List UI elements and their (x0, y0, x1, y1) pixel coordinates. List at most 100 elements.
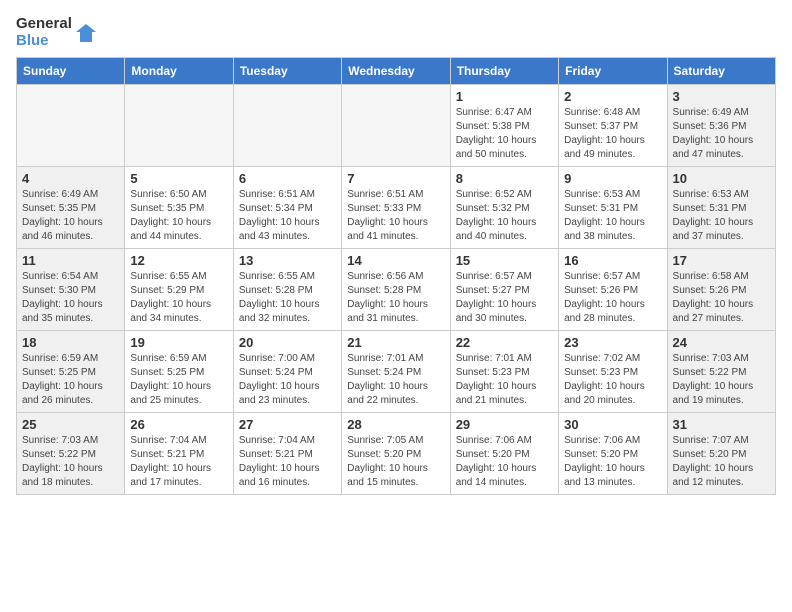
day-info: Sunrise: 6:53 AM Sunset: 5:31 PM Dayligh… (673, 188, 770, 244)
day-info: Sunrise: 7:04 AM Sunset: 5:21 PM Dayligh… (239, 434, 336, 490)
calendar-cell: 12 Sunrise: 6:55 AM Sunset: 5:29 PM Dayli… (125, 249, 233, 331)
day-info: Sunrise: 7:06 AM Sunset: 5:20 PM Dayligh… (564, 434, 661, 490)
header-thursday: Thursday (450, 58, 558, 85)
calendar-cell: 27 Sunrise: 7:04 AM Sunset: 5:21 PM Dayli… (233, 413, 341, 495)
calendar-cell: 24Sunrise: 7:03 AM Sunset: 5:22 PM Dayli… (667, 331, 775, 413)
calendar-cell (17, 85, 125, 167)
calendar-cell: 11 Sunrise: 6:54 AM Sunset: 5:30 PM Dayli… (17, 249, 125, 331)
day-info: Sunrise: 6:55 AM Sunset: 5:28 PM Dayligh… (239, 270, 336, 326)
calendar-cell: 22Sunrise: 7:01 AM Sunset: 5:23 PM Dayli… (450, 331, 558, 413)
day-number: 8 (456, 171, 553, 186)
day-info: Sunrise: 6:57 AM Sunset: 5:26 PM Dayligh… (564, 270, 661, 326)
day-number: 23 (564, 335, 661, 350)
day-info: Sunrise: 6:59 AM Sunset: 5:25 PM Dayligh… (22, 352, 119, 408)
day-number: 27 (239, 417, 336, 432)
day-info: Sunrise: 6:55 AM Sunset: 5:29 PM Dayligh… (130, 270, 227, 326)
calendar-cell: 7Sunrise: 6:51 AM Sunset: 5:33 PM Daylig… (342, 167, 450, 249)
day-info: Sunrise: 6:54 AM Sunset: 5:30 PM Dayligh… (22, 270, 119, 326)
calendar-cell: 1 Sunrise: 6:47 AM Sunset: 5:38 PM Daylig… (450, 85, 558, 167)
day-number: 4 (22, 171, 119, 186)
day-info: Sunrise: 7:02 AM Sunset: 5:23 PM Dayligh… (564, 352, 661, 408)
day-info: Sunrise: 6:59 AM Sunset: 5:25 PM Dayligh… (130, 352, 227, 408)
calendar-cell: 25 Sunrise: 7:03 AM Sunset: 5:22 PM Dayli… (17, 413, 125, 495)
calendar-cell: 10 Sunrise: 6:53 AM Sunset: 5:31 PM Dayli… (667, 167, 775, 249)
day-number: 11 (22, 253, 119, 268)
calendar-cell: 5Sunrise: 6:50 AM Sunset: 5:35 PM Daylig… (125, 167, 233, 249)
calendar-cell (342, 85, 450, 167)
calendar-cell: 9Sunrise: 6:53 AM Sunset: 5:31 PM Daylig… (559, 167, 667, 249)
calendar-cell: 13 Sunrise: 6:55 AM Sunset: 5:28 PM Dayli… (233, 249, 341, 331)
day-number: 12 (130, 253, 227, 268)
calendar-table: SundayMondayTuesdayWednesdayThursdayFrid… (16, 57, 776, 495)
calendar-cell: 18Sunrise: 6:59 AM Sunset: 5:25 PM Dayli… (17, 331, 125, 413)
calendar-cell: 29 Sunrise: 7:06 AM Sunset: 5:20 PM Dayli… (450, 413, 558, 495)
calendar-cell: 8 Sunrise: 6:52 AM Sunset: 5:32 PM Daylig… (450, 167, 558, 249)
calendar-cell: 16 Sunrise: 6:57 AM Sunset: 5:26 PM Dayli… (559, 249, 667, 331)
day-number: 20 (239, 335, 336, 350)
day-info: Sunrise: 6:52 AM Sunset: 5:32 PM Dayligh… (456, 188, 553, 244)
day-number: 14 (347, 253, 444, 268)
week-row-5: 25 Sunrise: 7:03 AM Sunset: 5:22 PM Dayli… (17, 413, 776, 495)
day-number: 28 (347, 417, 444, 432)
calendar-cell: 17 Sunrise: 6:58 AM Sunset: 5:26 PM Dayli… (667, 249, 775, 331)
calendar-cell: 15 Sunrise: 6:57 AM Sunset: 5:27 PM Dayli… (450, 249, 558, 331)
day-number: 7 (347, 171, 444, 186)
header-tuesday: Tuesday (233, 58, 341, 85)
calendar-cell: 6 Sunrise: 6:51 AM Sunset: 5:34 PM Daylig… (233, 167, 341, 249)
week-row-2: 4 Sunrise: 6:49 AM Sunset: 5:35 PM Daylig… (17, 167, 776, 249)
day-number: 21 (347, 335, 444, 350)
day-number: 25 (22, 417, 119, 432)
day-info: Sunrise: 7:05 AM Sunset: 5:20 PM Dayligh… (347, 434, 444, 490)
calendar-cell (233, 85, 341, 167)
day-number: 16 (564, 253, 661, 268)
day-info: Sunrise: 6:49 AM Sunset: 5:36 PM Dayligh… (673, 106, 770, 162)
page-header: General Blue (16, 16, 776, 49)
day-info: Sunrise: 7:06 AM Sunset: 5:20 PM Dayligh… (456, 434, 553, 490)
logo-text: General Blue (16, 16, 72, 49)
day-info: Sunrise: 7:07 AM Sunset: 5:20 PM Dayligh… (673, 434, 770, 490)
logo: General Blue (16, 16, 98, 49)
day-info: Sunrise: 6:57 AM Sunset: 5:27 PM Dayligh… (456, 270, 553, 326)
week-row-1: 1 Sunrise: 6:47 AM Sunset: 5:38 PM Daylig… (17, 85, 776, 167)
calendar-cell: 31Sunrise: 7:07 AM Sunset: 5:20 PM Dayli… (667, 413, 775, 495)
day-info: Sunrise: 6:51 AM Sunset: 5:34 PM Dayligh… (239, 188, 336, 244)
calendar-cell: 28 Sunrise: 7:05 AM Sunset: 5:20 PM Dayli… (342, 413, 450, 495)
day-info: Sunrise: 6:58 AM Sunset: 5:26 PM Dayligh… (673, 270, 770, 326)
day-number: 10 (673, 171, 770, 186)
day-info: Sunrise: 6:47 AM Sunset: 5:38 PM Dayligh… (456, 106, 553, 162)
day-number: 15 (456, 253, 553, 268)
calendar-cell: 2 Sunrise: 6:48 AM Sunset: 5:37 PM Daylig… (559, 85, 667, 167)
day-number: 6 (239, 171, 336, 186)
week-row-4: 18Sunrise: 6:59 AM Sunset: 5:25 PM Dayli… (17, 331, 776, 413)
day-info: Sunrise: 6:48 AM Sunset: 5:37 PM Dayligh… (564, 106, 661, 162)
calendar-cell: 14 Sunrise: 6:56 AM Sunset: 5:28 PM Dayli… (342, 249, 450, 331)
calendar-cell (125, 85, 233, 167)
day-info: Sunrise: 7:00 AM Sunset: 5:24 PM Dayligh… (239, 352, 336, 408)
header-sunday: Sunday (17, 58, 125, 85)
week-row-3: 11 Sunrise: 6:54 AM Sunset: 5:30 PM Dayli… (17, 249, 776, 331)
day-number: 17 (673, 253, 770, 268)
day-info: Sunrise: 7:01 AM Sunset: 5:23 PM Dayligh… (456, 352, 553, 408)
day-info: Sunrise: 6:56 AM Sunset: 5:28 PM Dayligh… (347, 270, 444, 326)
day-number: 2 (564, 89, 661, 104)
day-info: Sunrise: 7:01 AM Sunset: 5:24 PM Dayligh… (347, 352, 444, 408)
day-number: 26 (130, 417, 227, 432)
header-saturday: Saturday (667, 58, 775, 85)
day-number: 30 (564, 417, 661, 432)
day-info: Sunrise: 6:49 AM Sunset: 5:35 PM Dayligh… (22, 188, 119, 244)
calendar-cell: 26Sunrise: 7:04 AM Sunset: 5:21 PM Dayli… (125, 413, 233, 495)
day-number: 3 (673, 89, 770, 104)
calendar-header: SundayMondayTuesdayWednesdayThursdayFrid… (17, 58, 776, 85)
day-number: 29 (456, 417, 553, 432)
day-number: 19 (130, 335, 227, 350)
day-number: 13 (239, 253, 336, 268)
header-monday: Monday (125, 58, 233, 85)
day-number: 9 (564, 171, 661, 186)
day-info: Sunrise: 6:50 AM Sunset: 5:35 PM Dayligh… (130, 188, 227, 244)
logo-bird-icon (76, 22, 98, 44)
calendar-cell: 3 Sunrise: 6:49 AM Sunset: 5:36 PM Daylig… (667, 85, 775, 167)
day-info: Sunrise: 7:03 AM Sunset: 5:22 PM Dayligh… (22, 434, 119, 490)
day-number: 1 (456, 89, 553, 104)
day-number: 24 (673, 335, 770, 350)
calendar-cell: 19 Sunrise: 6:59 AM Sunset: 5:25 PM Dayli… (125, 331, 233, 413)
